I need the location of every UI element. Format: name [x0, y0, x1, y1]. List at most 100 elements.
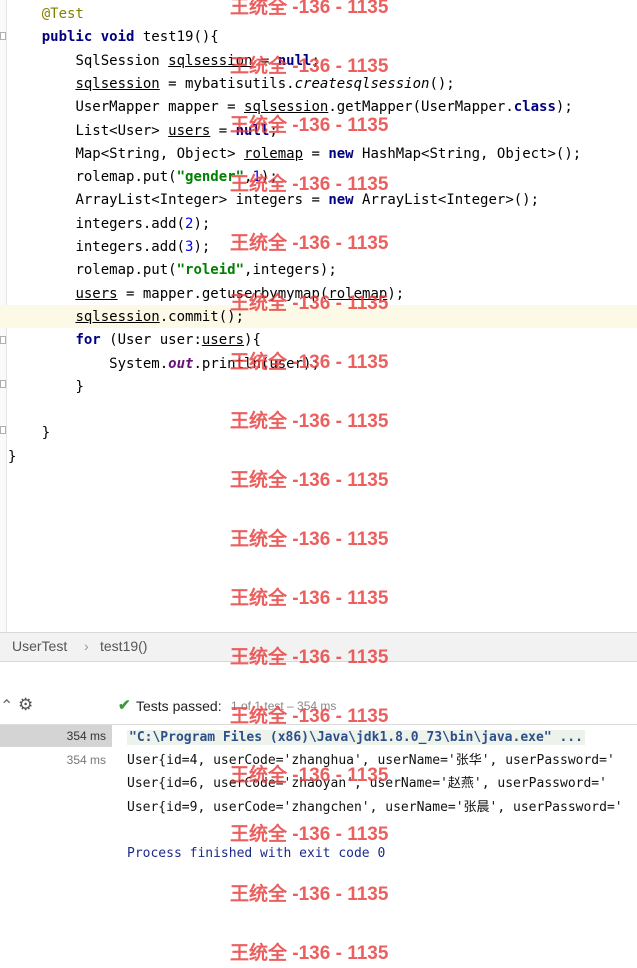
code-token: users [168, 122, 211, 139]
code-token: new [328, 145, 363, 162]
code-token: } [75, 378, 84, 395]
code-token: sqlsession [244, 99, 329, 116]
tree-row-root[interactable]: 354 ms [0, 725, 112, 747]
console-row: Process finished with exit code 0 [127, 843, 385, 865]
code-line[interactable]: public void test19(){ [8, 26, 219, 49]
code-token: null [277, 52, 312, 69]
arrow-icon[interactable]: ⌃ [0, 696, 13, 716]
code-line[interactable]: SqlSession sqlsession = null; [8, 50, 320, 73]
console-line: Process finished with exit code 0 [127, 846, 386, 861]
code-token: } [8, 448, 17, 465]
code-token: public void [41, 29, 143, 46]
code-token: List<User> [75, 122, 169, 139]
test-status-detail: 1 of 1 test – 354 ms [231, 699, 337, 713]
code-line[interactable]: for (User user:users){ [8, 329, 261, 352]
code-token: rolemap [328, 285, 388, 302]
code-line[interactable]: sqlsession.commit(); [8, 306, 244, 329]
code-token: ,integers); [244, 262, 337, 279]
code-line[interactable]: @Test [8, 3, 84, 26]
console-line: User{id=4, userCode='zhanghua', userName… [127, 753, 615, 769]
code-token: createsqlsession [294, 75, 430, 92]
code-token: ); [193, 239, 211, 255]
check-icon: ✔ [118, 697, 131, 714]
code-token: null [235, 122, 270, 139]
code-token: ){ [244, 332, 261, 349]
code-token: ); [193, 215, 211, 232]
code-editor[interactable]: @Test public void test19(){ SqlSession s… [0, 0, 637, 632]
code-token: .println(user); [193, 355, 320, 372]
code-line[interactable]: integers.add(3); [8, 236, 210, 259]
code-token: ); [387, 285, 405, 302]
code-token: = [252, 52, 278, 69]
test-status: Tests passed: [136, 698, 222, 714]
code-line[interactable]: rolemap.put("gender",1); [8, 166, 278, 189]
code-token: = [210, 122, 236, 139]
code-token: class [513, 99, 556, 116]
gear-icon[interactable]: ⚙ [18, 695, 33, 715]
code-token: rolemap [244, 145, 304, 162]
fold-marker-icon[interactable] [0, 32, 6, 40]
code-token: SqlSession [75, 52, 169, 69]
code-token: .getMapper(UserMapper. [328, 99, 514, 116]
code-token: rolemap.put( [75, 169, 177, 186]
code-token: Map<String, Object> [75, 145, 245, 162]
code-token: = mybatisutils. [159, 75, 295, 92]
code-token: ); [260, 169, 278, 186]
code-token: for [75, 332, 110, 349]
code-token: System. [109, 355, 169, 372]
code-token: new [328, 192, 363, 209]
code-token: UserMapper mapper = [75, 99, 245, 116]
code-token: integers.add( [75, 215, 186, 232]
breadcrumb-method[interactable]: test19() [100, 638, 147, 654]
console-row: User{id=4, userCode='zhanghua', userName… [127, 750, 615, 772]
code-line[interactable]: integers.add(2); [8, 213, 210, 236]
code-line[interactable]: sqlsession = mybatisutils.createsqlsessi… [8, 73, 454, 96]
fold-marker-icon[interactable] [0, 336, 6, 344]
console-row: User{id=9, userCode='zhangchen', userNam… [127, 797, 623, 819]
test-results-tree: 354 ms 354 ms [0, 725, 114, 968]
fold-marker-icon[interactable] [0, 426, 6, 434]
code-token: .commit(); [159, 308, 245, 325]
code-token: @Test [41, 6, 84, 22]
code-token: = mapper.getuserbymymap( [117, 285, 329, 302]
breadcrumb: UserTest › test19() [0, 632, 637, 662]
code-token: "roleid" [176, 262, 245, 279]
code-token: HashMap<String, Object>(); [362, 145, 582, 162]
code-line[interactable]: UserMapper mapper = sqlsession.getMapper… [8, 96, 572, 119]
console-output[interactable]: "C:\Program Files (x86)\Java\jdk1.8.0_73… [113, 725, 637, 968]
console-line: "C:\Program Files (x86)\Java\jdk1.8.0_73… [127, 730, 585, 745]
code-token: ; [311, 52, 320, 69]
code-line[interactable]: rolemap.put("roleid",integers); [8, 259, 337, 282]
code-line[interactable]: System.out.println(user); [8, 353, 320, 376]
fold-marker-icon[interactable] [0, 380, 6, 388]
code-line[interactable]: } [8, 422, 50, 445]
code-line[interactable]: } [8, 376, 84, 399]
code-line[interactable]: Map<String, Object> rolemap = new HashMa… [8, 143, 581, 166]
code-line[interactable]: } [8, 446, 16, 469]
breadcrumb-separator-icon: › [84, 638, 89, 654]
tree-row-test19[interactable]: 354 ms [0, 749, 112, 771]
console-row: User{id=6, userCode='zhaoyan', userName=… [127, 773, 607, 795]
code-token: sqlsession [168, 52, 253, 69]
code-token: sqlsession [75, 75, 160, 92]
code-line[interactable]: List<User> users = null; [8, 120, 277, 143]
code-line[interactable]: users = mapper.getuserbymymap(rolemap); [8, 283, 404, 306]
code-token: users [201, 332, 245, 349]
code-token: 1 [252, 169, 261, 186]
code-line[interactable]: ArrayList<Integer> integers = new ArrayL… [8, 189, 539, 212]
run-toolbar: ⌃ ⚙ ✔ Tests passed: 1 of 1 test – 354 ms [0, 690, 637, 725]
code-token: } [41, 425, 51, 442]
breadcrumb-class[interactable]: UserTest [12, 638, 67, 654]
